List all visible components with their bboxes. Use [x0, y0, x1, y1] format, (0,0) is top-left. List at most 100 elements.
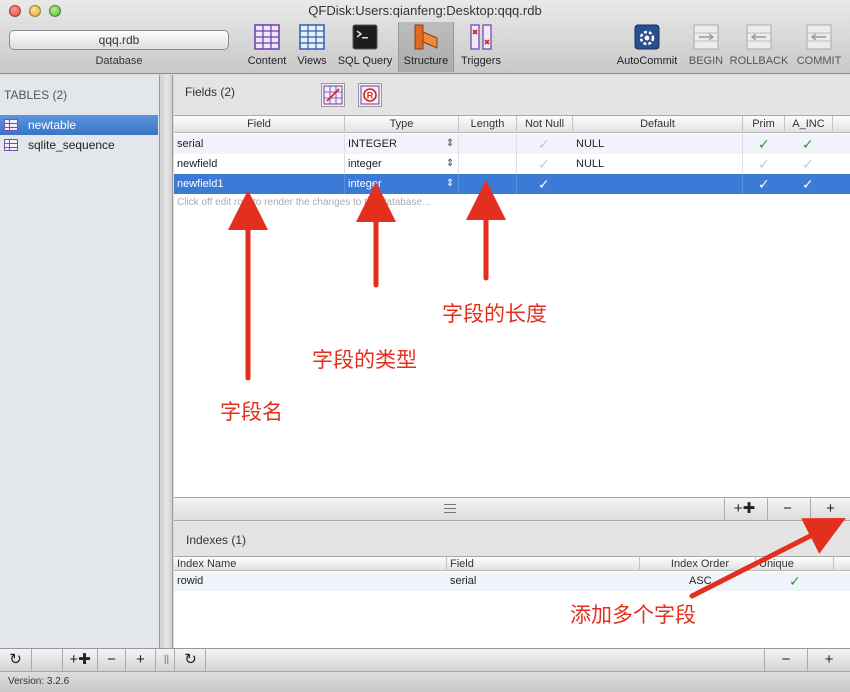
sidebar-item-newtable[interactable]: newtable [0, 115, 158, 135]
database-label: Database [95, 55, 143, 67]
svg-text:R: R [367, 91, 374, 101]
indexes-table: Index Name Field Index Order Unique rowi… [174, 556, 850, 648]
begin-button[interactable]: BEGIN [686, 22, 726, 72]
field-type-cell[interactable]: integer [345, 174, 459, 194]
add-index-button[interactable]: + [808, 649, 850, 672]
bottom-toolbar: ↻ +✚ − + || ↻ − + [0, 648, 850, 672]
not-null-checkbox[interactable]: ✓ [538, 174, 550, 194]
content-button[interactable]: Content [244, 22, 290, 72]
add-table-button[interactable]: + [126, 649, 156, 672]
field-default-cell[interactable] [573, 174, 743, 194]
type-stepper-icon[interactable]: ⇕ [446, 174, 454, 194]
triggers-button[interactable]: Triggers [456, 22, 506, 72]
column-header-unique[interactable]: Unique [756, 557, 834, 571]
remove-index-button[interactable]: − [764, 649, 808, 672]
field-default-cell[interactable]: NULL [573, 134, 743, 154]
sql-query-button[interactable]: SQL Query [334, 22, 396, 72]
table-icon [4, 119, 18, 131]
field-default-cell[interactable]: NULL [573, 154, 743, 174]
edit-hint: Click off edit row to render the changes… [177, 197, 431, 208]
rollback-button[interactable]: ROLLBACK [728, 22, 790, 72]
tables-header: TABLES (2) [4, 88, 68, 102]
prim-checkbox[interactable]: ✓ [758, 174, 770, 194]
annotation-field-type: 字段的类型 [312, 348, 417, 372]
transaction-icon [806, 24, 832, 50]
field-length-cell[interactable] [459, 134, 517, 154]
type-stepper-icon[interactable]: ⇕ [446, 134, 454, 154]
field-type-cell[interactable]: INTEGER [345, 134, 459, 154]
fields-table-header: Field Type Length Not Null Default Prim … [174, 116, 850, 133]
index-name-cell[interactable]: rowid [174, 572, 203, 591]
a-inc-checkbox[interactable]: ✓ [802, 154, 814, 174]
column-header-index-order[interactable]: Index Order [640, 557, 756, 571]
column-header-length[interactable]: Length [459, 116, 517, 133]
column-header-prim[interactable]: Prim [743, 116, 785, 133]
edit-table-icon [323, 85, 343, 105]
transaction-icon [693, 24, 719, 50]
field-name-cell[interactable]: newfield1 [174, 174, 345, 194]
views-button[interactable]: Views [292, 22, 332, 72]
indexes-table-header: Index Name Field Index Order Unique [174, 557, 850, 571]
remove-field-button[interactable]: − [767, 498, 807, 521]
sidebar-item-sqlite-sequence[interactable]: sqlite_sequence [0, 135, 158, 155]
indexes-header: Indexes (1) [186, 533, 247, 547]
column-header-default[interactable]: Default [573, 116, 743, 133]
structure-icon [414, 24, 438, 50]
column-header-field[interactable]: Field [174, 116, 345, 133]
annotation-add-multiple-fields: 添加多个字段 [570, 603, 696, 627]
transaction-icon [746, 24, 772, 50]
field-type-cell[interactable]: integer [345, 154, 459, 174]
type-stepper-icon[interactable]: ⇕ [446, 154, 454, 174]
column-header-index-name[interactable]: Index Name [174, 557, 447, 571]
toolbar: QFDisk:Users:qianfeng:Desktop:qqq.rdb qq… [0, 0, 850, 74]
views-table-icon [299, 24, 325, 50]
reference-button[interactable]: R [358, 83, 382, 107]
commit-button[interactable]: COMMIT [794, 22, 844, 72]
refresh-tables-button[interactable]: ↻ [0, 649, 32, 672]
field-name-cell[interactable]: serial [174, 134, 345, 154]
unique-checkbox[interactable]: ✓ [789, 572, 801, 591]
annotation-field-name: 字段名 [220, 400, 283, 424]
field-length-cell[interactable] [459, 174, 517, 194]
field-name-cell[interactable]: newfield [174, 154, 345, 174]
add-field-button[interactable]: + [810, 498, 850, 521]
a-inc-checkbox[interactable]: ✓ [802, 174, 814, 194]
registered-icon: R [360, 85, 380, 105]
column-header-a-inc[interactable]: A_INC [785, 116, 833, 133]
add-multiple-tables-button[interactable]: +✚ [62, 649, 98, 672]
structure-button[interactable]: Structure [398, 22, 454, 72]
table-row[interactable]: rowid serial ASC ✓ [174, 572, 850, 591]
gear-icon [634, 24, 660, 50]
edit-field-button[interactable] [321, 83, 345, 107]
annotation-field-length: 字段的长度 [442, 302, 547, 326]
window-title: QFDisk:Users:qianfeng:Desktop:qqq.rdb [308, 3, 542, 18]
autocommit-button[interactable]: AutoCommit [612, 22, 682, 72]
table-row[interactable]: newfield integer ⇕ ✓ NULL ✓ ✓ [174, 154, 850, 174]
column-header-not-null[interactable]: Not Null [517, 116, 573, 133]
terminal-icon [352, 24, 378, 50]
not-null-checkbox[interactable]: ✓ [538, 134, 550, 154]
prim-checkbox[interactable]: ✓ [758, 134, 770, 154]
a-inc-checkbox[interactable]: ✓ [802, 134, 814, 154]
not-null-checkbox[interactable]: ✓ [538, 154, 550, 174]
column-header-index-field[interactable]: Field [447, 557, 640, 571]
table-row[interactable]: serial INTEGER ⇕ ✓ NULL ✓ ✓ [174, 134, 850, 154]
table-row-selected[interactable]: newfield1 integer ⇕ ✓ ✓ ✓ [174, 174, 850, 194]
table-icon [4, 139, 18, 151]
database-selector[interactable]: qqq.rdb [9, 30, 229, 50]
add-multiple-fields-button[interactable]: +✚ [724, 498, 764, 521]
remove-table-button[interactable]: − [98, 649, 126, 672]
structure-panel: Fields (2) R Field Type Length Not Null … [174, 75, 850, 648]
resize-grip-icon[interactable] [444, 504, 456, 513]
sidebar-splitter[interactable] [161, 75, 173, 648]
fields-header: Fields (2) [185, 85, 236, 99]
prim-checkbox[interactable]: ✓ [758, 154, 770, 174]
splitter-handle-icon[interactable]: || [159, 649, 175, 672]
tables-sidebar: TABLES (2) newtable sqlite_sequence [0, 75, 160, 648]
index-order-cell[interactable]: ASC [686, 572, 712, 591]
triggers-icon [470, 24, 492, 50]
column-header-type[interactable]: Type [345, 116, 459, 133]
refresh-structure-button[interactable]: ↻ [176, 649, 206, 672]
index-field-cell[interactable]: serial [447, 572, 476, 591]
field-length-cell[interactable] [459, 154, 517, 174]
